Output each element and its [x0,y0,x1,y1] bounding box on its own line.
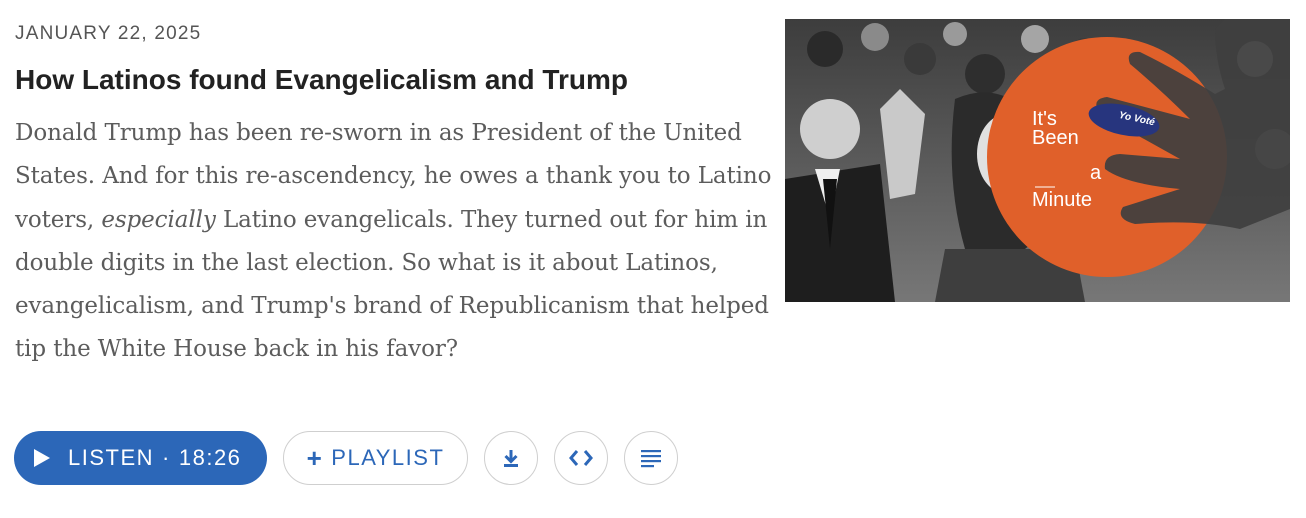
story-date: JANUARY 22, 2025 [15,23,202,44]
download-button[interactable] [484,431,538,485]
add-to-playlist-button[interactable]: + PLAYLIST [283,431,468,485]
playlist-label: PLAYLIST [331,445,445,470]
story-teaser: Donald Trump has been re-sworn in as Pre… [15,112,775,372]
logo-a: a [1090,162,1102,184]
story-title[interactable]: How Latinos found Evangelicalism and Tru… [15,61,755,99]
audio-actions: LISTEN · 18:26 + PLAYLIST [14,431,678,485]
listen-separator: · [162,445,171,470]
embed-button[interactable] [554,431,608,485]
teaser-emphasis: especially [101,206,216,233]
download-icon [504,450,518,467]
embed-icon [569,450,593,466]
transcript-button[interactable] [624,431,678,485]
transcript-icon [641,450,661,468]
logo-minute: Minute [1032,189,1093,211]
listen-button[interactable]: LISTEN · 18:26 [14,431,267,485]
podcast-story-card: JANUARY 22, 2025 How Latinos found Evang… [0,0,1306,518]
logo-been: Been [1032,127,1079,149]
episode-thumbnail[interactable]: Yo Voté It's Been a Minute [785,19,1290,302]
listen-label: LISTEN [68,445,155,470]
plus-icon: + [306,443,324,473]
listen-duration: 18:26 [178,445,242,470]
play-icon [34,449,50,467]
crowd-photo [785,19,1290,302]
